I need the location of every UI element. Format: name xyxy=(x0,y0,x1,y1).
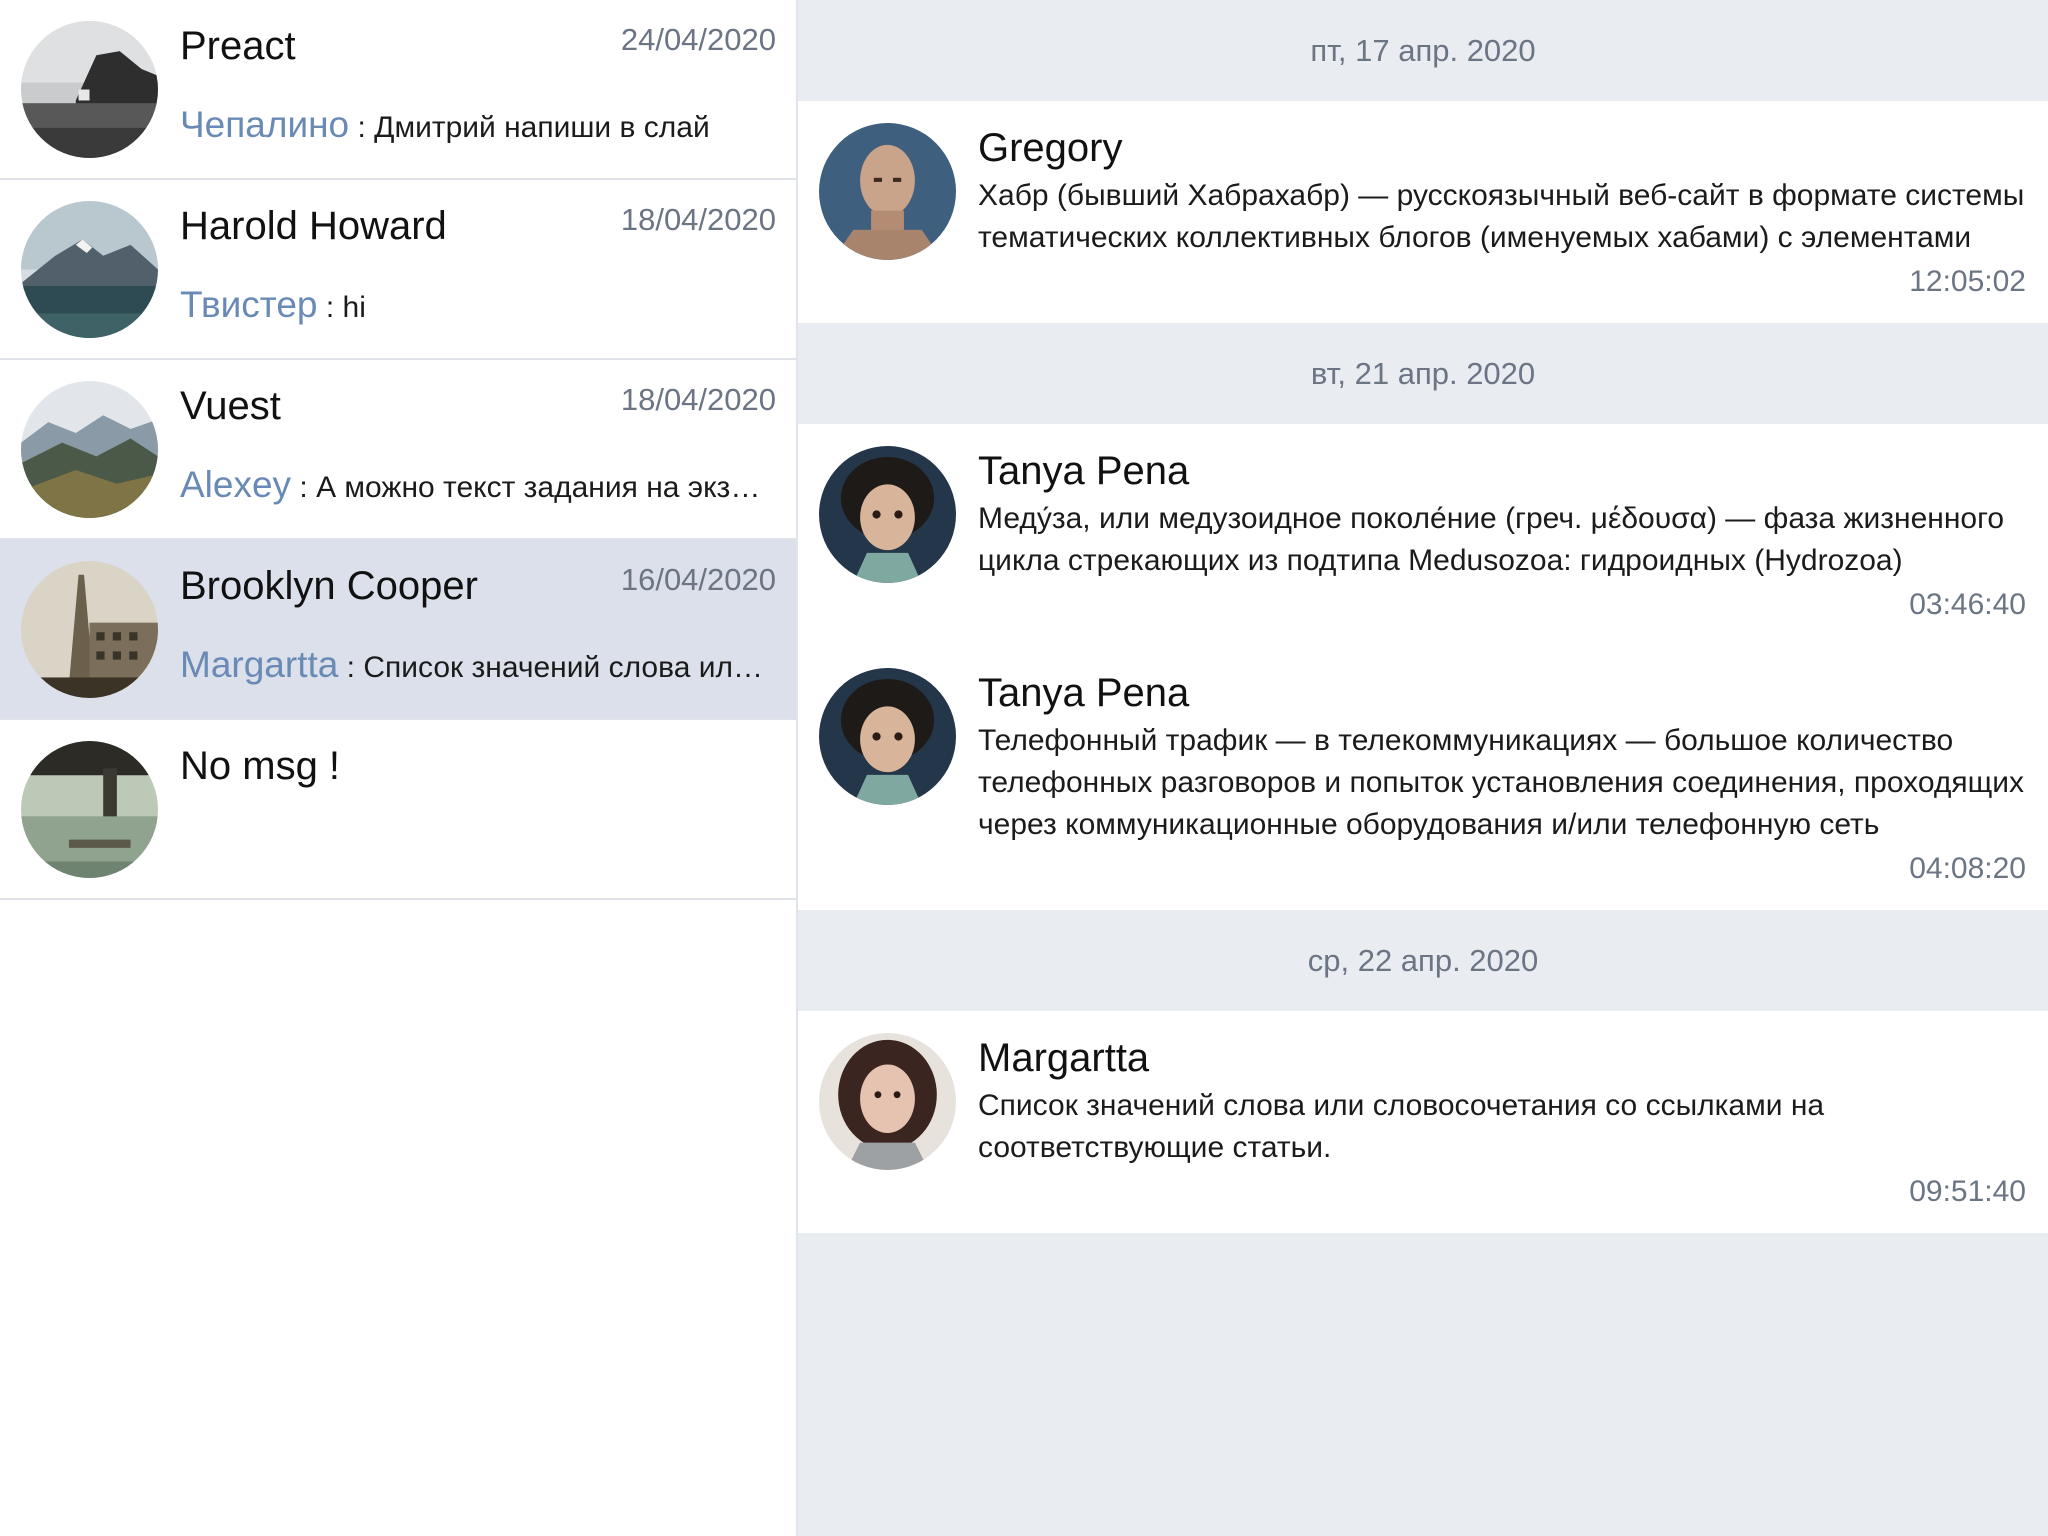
message-time: 03:46:40 xyxy=(1909,588,2026,621)
date-separator: пт, 17 апр. 2020 xyxy=(1310,32,1536,68)
preview-text: : hi xyxy=(317,291,366,324)
man-portrait-avatar[interactable] xyxy=(819,123,956,260)
messenger-app: Preact 24/04/2020 Чепалино : Дмитрий нап… xyxy=(0,0,2048,1536)
date-separator: вт, 21 апр. 2020 xyxy=(1310,355,1536,391)
preview-author: Твистер xyxy=(180,284,318,325)
chat-item-no-msg[interactable]: No msg ! xyxy=(0,720,796,900)
message-text: Меду́за, или медузоидное поколе́ние (гре… xyxy=(978,502,2005,577)
message: Tanya Pena Телефонный трафик — в телеком… xyxy=(798,646,2048,890)
message-group: Margartta Список значений слова или слов… xyxy=(798,1011,2048,1233)
chat-preview: Чепалино : Дмитрий напиши в слай xyxy=(180,104,776,146)
mountain-lake-avatar xyxy=(21,201,158,338)
chat-date: 18/04/2020 xyxy=(620,382,776,417)
message-author[interactable]: Tanya Pena xyxy=(978,444,2026,498)
chat-item-harold-howard[interactable]: Harold Howard 18/04/2020 Твистер : hi xyxy=(0,180,796,360)
message: Gregory Хабр (бывший Хабрахабр) — русско… xyxy=(798,101,2048,303)
chat-item-brooklyn-cooper[interactable]: Brooklyn Cooper 16/04/2020 Margartta : С… xyxy=(0,540,796,720)
bridge-river-avatar xyxy=(21,741,158,878)
message-author[interactable]: Margartta xyxy=(978,1031,2026,1085)
message-text: Хабр (бывший Хабрахабр) — русскоязычный … xyxy=(978,179,2025,254)
message-group: Gregory Хабр (бывший Хабрахабр) — русско… xyxy=(798,101,2048,323)
chat-name: Preact xyxy=(180,24,296,68)
message-author[interactable]: Tanya Pena xyxy=(978,666,2026,720)
message-time: 12:05:02 xyxy=(1909,265,2026,298)
chat-name: Brooklyn Cooper xyxy=(180,564,478,608)
chat-preview: Alexey : А можно текст задания на экзаме… xyxy=(180,464,776,506)
message-text: Список значений слова или словосочетания… xyxy=(978,1089,1825,1164)
message: Tanya Pena Меду́за, или медузоидное поко… xyxy=(798,424,2048,626)
chat-date: 24/04/2020 xyxy=(620,22,776,57)
preview-text: : А можно текст задания на экзамен xyxy=(291,471,776,504)
chat-preview: Твистер : hi xyxy=(180,284,776,326)
city-tower-avatar xyxy=(21,561,158,698)
landscape-coast-avatar xyxy=(21,21,158,158)
chat-date: 18/04/2020 xyxy=(620,202,776,237)
message-time: 04:08:20 xyxy=(1909,852,2026,885)
chat-date: 16/04/2020 xyxy=(620,562,776,597)
chat-preview: Margartta : Список значений слова или сл… xyxy=(180,644,776,686)
mountain-range-avatar xyxy=(21,381,158,518)
message: Margartta Список значений слова или слов… xyxy=(798,1011,2048,1213)
child-portrait-avatar[interactable] xyxy=(819,446,956,583)
preview-text: : Список значений слова или словосочетан… xyxy=(346,651,776,684)
child-portrait-avatar[interactable] xyxy=(819,668,956,805)
preview-text: : Дмитрий напиши в слай xyxy=(349,111,710,144)
preview-author: Alexey xyxy=(180,464,292,505)
chat-list: Preact 24/04/2020 Чепалино : Дмитрий нап… xyxy=(0,0,798,1536)
messages-pane[interactable]: пт, 17 апр. 2020 Gregory Хабр (бывший Ха… xyxy=(798,0,2048,1536)
preview-author: Margartta xyxy=(180,644,339,685)
date-separator: ср, 22 апр. 2020 xyxy=(1307,942,1539,978)
chat-name: Harold Howard xyxy=(180,204,447,248)
chat-name: Vuest xyxy=(180,384,281,428)
chat-item-preact[interactable]: Preact 24/04/2020 Чепалино : Дмитрий нап… xyxy=(0,0,796,180)
message-group: Tanya Pena Меду́за, или медузоидное поко… xyxy=(798,424,2048,910)
preview-author: Чепалино xyxy=(180,104,350,145)
message-author[interactable]: Gregory xyxy=(978,121,2026,175)
message-time: 09:51:40 xyxy=(1909,1175,2026,1208)
chat-name: No msg ! xyxy=(180,744,341,788)
message-text: Телефонный трафик — в телекоммуникациях … xyxy=(978,724,2025,841)
woman-portrait-avatar[interactable] xyxy=(819,1033,956,1170)
chat-item-vuest[interactable]: Vuest 18/04/2020 Alexey : А можно текст … xyxy=(0,360,796,540)
